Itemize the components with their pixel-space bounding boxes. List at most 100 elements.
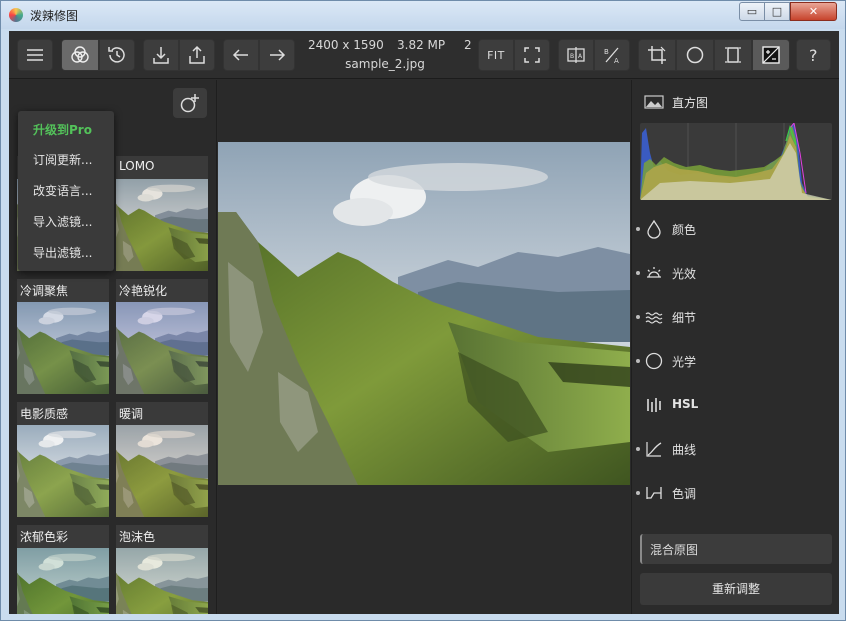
image-info-more: 2 — [464, 38, 472, 52]
svg-text:B: B — [604, 48, 609, 56]
filter-rich-color[interactable]: 浓郁色彩 — [17, 525, 109, 614]
minimize-button[interactable]: ▭ — [739, 2, 765, 21]
histogram-icon — [644, 95, 664, 109]
history-icon — [108, 47, 125, 63]
app-body: 2400 x 1590 3.82 MP 2 sample_2.jpg FIT B… — [9, 31, 839, 614]
compare-icon: BA — [567, 47, 585, 63]
adjustment-curves[interactable]: 曲线 — [632, 434, 840, 464]
square-icon — [725, 47, 741, 63]
adjustment-label: 光学 — [672, 355, 697, 369]
waves-icon — [645, 312, 663, 324]
filter-warm[interactable]: 暖调 — [116, 402, 208, 517]
adjustment-color[interactable]: 颜色 — [632, 214, 840, 244]
svg-text:A: A — [614, 57, 619, 65]
toolbar: 2400 x 1590 3.82 MP 2 sample_2.jpg FIT B… — [9, 31, 839, 79]
filter-thumbnail — [17, 548, 109, 614]
main-menu-button[interactable] — [17, 39, 53, 71]
adjustment-label: HSL — [672, 397, 699, 411]
histogram — [640, 123, 832, 200]
filter-thumbnail — [116, 425, 208, 517]
history-button[interactable] — [99, 39, 135, 71]
title-bar[interactable]: 泼辣修图 ▭ □ ✕ — [1, 1, 845, 29]
adjustment-label: 色调 — [672, 487, 697, 501]
histogram-label: 直方图 — [672, 96, 709, 110]
crop-button[interactable] — [638, 39, 676, 71]
crop-icon — [648, 46, 666, 64]
blend-original-slider[interactable]: 混合原图 — [640, 534, 832, 564]
menu-item-upgrade-pro[interactable]: 升级到Pro — [33, 121, 92, 138]
menu-item-language[interactable]: 改变语言... — [33, 182, 92, 199]
before-after-icon: BA — [604, 47, 619, 65]
undo-button[interactable] — [223, 39, 259, 71]
adjustment-hsl[interactable]: HSL — [632, 390, 840, 420]
export-button[interactable] — [179, 39, 215, 71]
gradient-mask-button[interactable] — [714, 39, 752, 71]
adjustment-detail[interactable]: 细节 — [632, 302, 840, 332]
filter-label: 冷艳锐化 — [119, 284, 168, 298]
maximize-button[interactable]: □ — [764, 2, 790, 21]
menu-item-subscribe[interactable]: 订阅更新... — [33, 151, 92, 168]
filters-button[interactable] — [61, 39, 99, 71]
filter-label: 冷调聚焦 — [20, 284, 69, 298]
section-dot — [636, 491, 640, 495]
compare-button[interactable]: BA — [558, 39, 594, 71]
filter-thumbnail — [17, 425, 109, 517]
section-dot — [636, 359, 640, 363]
adjustments-panel: 直方图 颜色 光效 细节 光学 HSL 曲线 色调 混合原图 重新调整 — [631, 80, 839, 614]
add-filter-icon — [180, 94, 199, 113]
mask-icon — [762, 46, 780, 64]
menu-item-export-filters[interactable]: 导出滤镜... — [33, 244, 92, 261]
main-photo — [218, 142, 630, 485]
redo-button[interactable] — [259, 39, 295, 71]
app-window: 泼辣修图 ▭ □ ✕ 2400 x 1590 3.82 MP 2 sample_… — [0, 0, 846, 621]
blend-label: 混合原图 — [650, 543, 699, 557]
help-button[interactable]: ? — [796, 39, 831, 71]
filter-cool-sharpen[interactable]: 冷艳锐化 — [116, 279, 208, 394]
section-dot — [636, 227, 640, 231]
lens-icon — [645, 352, 663, 370]
radial-mask-button[interactable] — [676, 39, 714, 71]
svg-text:B: B — [570, 53, 574, 60]
filter-label: LOMO — [119, 159, 155, 173]
adjustment-label: 细节 — [672, 311, 697, 325]
before-after-button[interactable]: BA — [594, 39, 630, 71]
adjustment-light[interactable]: 光效 — [632, 258, 840, 288]
import-icon — [153, 47, 169, 64]
filter-thumbnail — [116, 302, 208, 394]
section-dot — [636, 315, 640, 319]
image-megapixels: 3.82 MP — [397, 38, 446, 52]
mask-button[interactable] — [752, 39, 790, 71]
filter-lomo[interactable]: LOMO — [116, 156, 208, 271]
filter-label: 浓郁色彩 — [20, 530, 69, 544]
image-filename: sample_2.jpg — [345, 57, 425, 71]
filter-film[interactable]: 电影质感 — [17, 402, 109, 517]
section-dot — [636, 447, 640, 451]
import-button[interactable] — [143, 39, 179, 71]
section-dot — [636, 271, 640, 275]
adjustment-optics[interactable]: 光学 — [632, 346, 840, 376]
reset-button[interactable]: 重新调整 — [640, 573, 832, 605]
export-icon — [189, 45, 205, 64]
hsl-bars-icon — [647, 398, 661, 412]
sunrise-icon — [647, 267, 661, 278]
window-title: 泼辣修图 — [30, 9, 79, 23]
filter-foam[interactable]: 泡沫色 — [116, 525, 208, 614]
image-canvas[interactable] — [218, 80, 630, 614]
drop-icon — [647, 219, 661, 239]
filter-thumbnail — [116, 179, 208, 271]
circle-icon — [686, 46, 704, 64]
main-menu-dropdown: 升级到Pro 订阅更新... 改变语言... 导入滤镜... 导出滤镜... — [18, 111, 114, 271]
add-filter-button[interactable] — [173, 88, 207, 118]
adjustment-tone[interactable]: 色调 — [632, 478, 840, 508]
filter-cool-focus[interactable]: 冷调聚焦 — [17, 279, 109, 394]
filter-label: 泡沫色 — [119, 530, 156, 544]
filter-label: 暖调 — [119, 407, 144, 421]
fit-button[interactable]: FIT — [478, 39, 514, 71]
adjustment-label: 曲线 — [672, 443, 697, 457]
fullscreen-button[interactable] — [514, 39, 550, 71]
close-button[interactable]: ✕ — [790, 2, 837, 21]
adjustment-label: 光效 — [672, 267, 697, 281]
menu-item-import-filters[interactable]: 导入滤镜... — [33, 213, 92, 230]
redo-icon — [270, 49, 286, 61]
filters-icon — [71, 46, 89, 63]
